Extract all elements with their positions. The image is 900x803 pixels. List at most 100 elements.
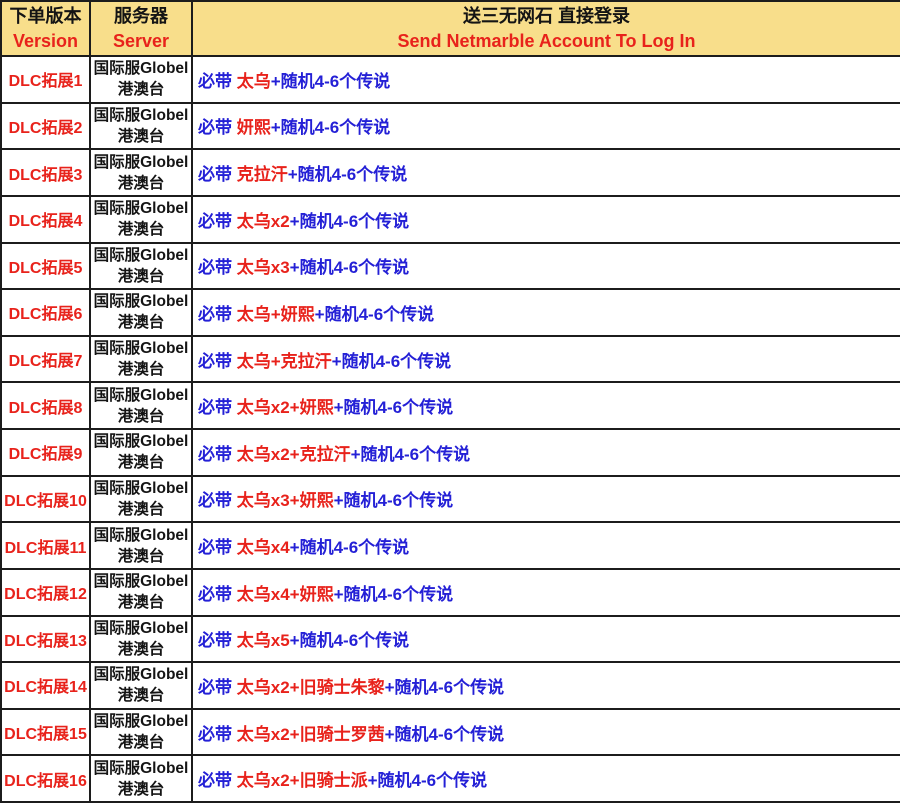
server-label-line2: 港澳台 <box>91 592 191 613</box>
version-label: DLC拓展6 <box>9 306 83 323</box>
server-label-line1: 国际服Globel <box>91 385 191 406</box>
server-label-line1: 国际服Globel <box>91 338 191 359</box>
server-label-line1: 国际服Globel <box>91 525 191 546</box>
description-prefix: 必带 <box>198 445 237 464</box>
description-suffix: +随机4-6个传说 <box>385 725 505 744</box>
server-label-line2: 港澳台 <box>91 359 191 380</box>
server-label-line2: 港澳台 <box>91 312 191 333</box>
version-cell: DLC拓展13 <box>1 616 90 663</box>
table-row: DLC拓展1 国际服Globel 港澳台 必带 太乌+随机4-6个传说 <box>1 56 900 103</box>
table-row: DLC拓展12 国际服Globel 港澳台 必带 太乌x4+妍熙+随机4-6个传… <box>1 569 900 616</box>
description-cell: 必带 太乌x4+随机4-6个传说 <box>192 522 900 569</box>
description-cell: 必带 太乌x2+旧骑士罗茜+随机4-6个传说 <box>192 709 900 756</box>
description-prefix: 必带 <box>198 352 237 371</box>
server-label-line2: 港澳台 <box>91 406 191 427</box>
server-label-line2: 港澳台 <box>91 639 191 660</box>
server-cell: 国际服Globel 港澳台 <box>90 289 192 336</box>
description-highlight: 太乌x3+妍熙 <box>237 491 334 510</box>
server-label-line2: 港澳台 <box>91 732 191 753</box>
description-suffix: +随机4-6个传说 <box>288 165 408 184</box>
description-suffix: +随机4-6个传说 <box>290 212 410 231</box>
server-cell: 国际服Globel 港澳台 <box>90 103 192 150</box>
description-suffix: +随机4-6个传说 <box>368 771 488 790</box>
header-server-zh: 服务器 <box>91 4 191 29</box>
server-cell: 国际服Globel 港澳台 <box>90 56 192 103</box>
description-suffix: +随机4-6个传说 <box>334 398 454 417</box>
server-label-line1: 国际服Globel <box>91 58 191 79</box>
server-label-line1: 国际服Globel <box>91 664 191 685</box>
server-cell: 国际服Globel 港澳台 <box>90 149 192 196</box>
version-cell: DLC拓展4 <box>1 196 90 243</box>
version-cell: DLC拓展1 <box>1 56 90 103</box>
server-label-line2: 港澳台 <box>91 173 191 194</box>
server-label-line2: 港澳台 <box>91 452 191 473</box>
server-cell: 国际服Globel 港澳台 <box>90 243 192 290</box>
server-label-line1: 国际服Globel <box>91 758 191 779</box>
description-prefix: 必带 <box>198 771 237 790</box>
server-cell: 国际服Globel 港澳台 <box>90 709 192 756</box>
table-header: 下单版本 Version 服务器 Server 送三无网石 直接登录 Send … <box>1 1 900 56</box>
description-cell: 必带 太乌x3+随机4-6个传说 <box>192 243 900 290</box>
table-row: DLC拓展7 国际服Globel 港澳台 必带 太乌+克拉汗+随机4-6个传说 <box>1 336 900 383</box>
server-label-line1: 国际服Globel <box>91 198 191 219</box>
version-label: DLC拓展16 <box>4 773 87 790</box>
description-highlight: 太乌x2+旧骑士朱黎 <box>237 678 385 697</box>
description-cell: 必带 太乌+随机4-6个传说 <box>192 56 900 103</box>
version-label: DLC拓展13 <box>4 633 87 650</box>
version-label: DLC拓展2 <box>9 120 83 137</box>
server-label-line2: 港澳台 <box>91 685 191 706</box>
server-cell: 国际服Globel 港澳台 <box>90 382 192 429</box>
description-suffix: +随机4-6个传说 <box>334 491 454 510</box>
table-row: DLC拓展13 国际服Globel 港澳台 必带 太乌x5+随机4-6个传说 <box>1 616 900 663</box>
version-cell: DLC拓展14 <box>1 662 90 709</box>
version-label: DLC拓展15 <box>4 726 87 743</box>
description-highlight: 太乌x4 <box>237 538 290 557</box>
server-label-line2: 港澳台 <box>91 779 191 800</box>
description-cell: 必带 妍熙+随机4-6个传说 <box>192 103 900 150</box>
version-label: DLC拓展4 <box>9 213 83 230</box>
version-label: DLC拓展1 <box>9 73 83 90</box>
description-prefix: 必带 <box>198 165 237 184</box>
description-highlight: 太乌x4+妍熙 <box>237 585 334 604</box>
description-suffix: +随机4-6个传说 <box>290 538 410 557</box>
table-row: DLC拓展11 国际服Globel 港澳台 必带 太乌x4+随机4-6个传说 <box>1 522 900 569</box>
version-cell: DLC拓展16 <box>1 755 90 802</box>
server-label-line1: 国际服Globel <box>91 245 191 266</box>
description-cell: 必带 太乌x2+随机4-6个传说 <box>192 196 900 243</box>
server-label-line2: 港澳台 <box>91 266 191 287</box>
server-label-line1: 国际服Globel <box>91 711 191 732</box>
description-suffix: +随机4-6个传说 <box>334 585 454 604</box>
description-prefix: 必带 <box>198 118 237 137</box>
server-label-line1: 国际服Globel <box>91 431 191 452</box>
version-label: DLC拓展10 <box>4 493 87 510</box>
version-cell: DLC拓展3 <box>1 149 90 196</box>
server-label-line2: 港澳台 <box>91 79 191 100</box>
server-label-line1: 国际服Globel <box>91 291 191 312</box>
server-cell: 国际服Globel 港澳台 <box>90 569 192 616</box>
description-suffix: +随机4-6个传说 <box>332 352 452 371</box>
description-prefix: 必带 <box>198 72 237 91</box>
description-prefix: 必带 <box>198 631 237 650</box>
version-label: DLC拓展11 <box>5 540 87 557</box>
description-suffix: +随机4-6个传说 <box>315 305 435 324</box>
description-highlight: 妍熙 <box>237 118 271 137</box>
table-row: DLC拓展8 国际服Globel 港澳台 必带 太乌x2+妍熙+随机4-6个传说 <box>1 382 900 429</box>
description-highlight: 太乌x2+妍熙 <box>237 398 334 417</box>
server-label-line1: 国际服Globel <box>91 618 191 639</box>
header-cell-server: 服务器 Server <box>90 1 192 56</box>
version-cell: DLC拓展10 <box>1 476 90 523</box>
version-cell: DLC拓展6 <box>1 289 90 336</box>
server-label-line1: 国际服Globel <box>91 478 191 499</box>
server-label-line2: 港澳台 <box>91 546 191 567</box>
description-cell: 必带 太乌+妍熙+随机4-6个传说 <box>192 289 900 336</box>
description-suffix: +随机4-6个传说 <box>290 631 410 650</box>
description-cell: 必带 太乌x2+妍熙+随机4-6个传说 <box>192 382 900 429</box>
version-cell: DLC拓展8 <box>1 382 90 429</box>
server-cell: 国际服Globel 港澳台 <box>90 196 192 243</box>
server-cell: 国际服Globel 港澳台 <box>90 476 192 523</box>
description-cell: 必带 太乌x2+旧骑士朱黎+随机4-6个传说 <box>192 662 900 709</box>
version-label: DLC拓展12 <box>4 586 87 603</box>
header-cell-account: 送三无网石 直接登录 Send Netmarble Account To Log… <box>192 1 900 56</box>
description-highlight: 太乌 <box>237 72 271 91</box>
description-highlight: 克拉汗 <box>237 165 288 184</box>
